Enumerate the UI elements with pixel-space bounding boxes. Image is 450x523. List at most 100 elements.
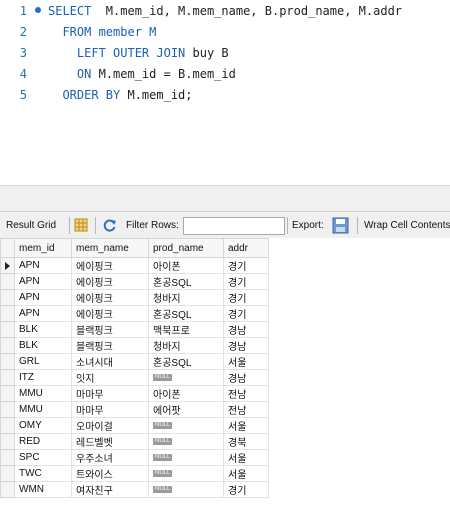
table-row[interactable]: APN 에이핑크 청바지 경기 — [0, 289, 269, 306]
table-cell[interactable]: NULL — [148, 433, 224, 450]
table-cell[interactable]: 경남 — [223, 337, 269, 354]
table-row[interactable]: GRL 소녀시대 혼공SQL 서울 — [0, 353, 269, 370]
table-cell[interactable]: 혼공SQL — [148, 353, 224, 370]
table-row[interactable]: BLK 블랙핑크 맥북프로 경남 — [0, 321, 269, 338]
editor-line[interactable]: 3 LEFT OUTER JOIN buy B — [0, 43, 450, 64]
table-cell[interactable]: 잇지 — [71, 369, 149, 386]
refresh-icon[interactable] — [102, 218, 117, 236]
table-cell[interactable]: WMN — [14, 481, 72, 498]
table-cell[interactable]: 레드벨벳 — [71, 433, 149, 450]
table-row[interactable]: MMU 마마무 에어팟 전남 — [0, 401, 269, 418]
table-cell[interactable]: APN — [14, 257, 72, 274]
table-cell[interactable]: GRL — [14, 353, 72, 370]
table-cell[interactable]: MMU — [14, 401, 72, 418]
table-cell[interactable]: 블랙핑크 — [71, 321, 149, 338]
table-row[interactable]: ITZ 잇지 NULL 경남 — [0, 369, 269, 386]
table-cell[interactable]: NULL — [148, 465, 224, 482]
wrap-cell-contents-label[interactable]: Wrap Cell Contents: — [364, 212, 450, 239]
table-cell[interactable]: 혼공SQL — [148, 305, 224, 322]
column-header-prod-name[interactable]: prod_name — [148, 238, 224, 258]
row-header[interactable] — [0, 289, 15, 306]
table-cell[interactable]: 경기 — [223, 481, 269, 498]
row-header[interactable] — [0, 481, 15, 498]
table-cell[interactable]: 경기 — [223, 273, 269, 290]
table-row[interactable]: APN 에이핑크 혼공SQL 경기 — [0, 273, 269, 290]
row-header[interactable] — [0, 273, 15, 290]
result-grid-tab[interactable]: Result Grid — [6, 212, 56, 239]
table-row[interactable]: BLK 블랙핑크 청바지 경남 — [0, 337, 269, 354]
table-cell[interactable]: 경기 — [223, 289, 269, 306]
table-cell[interactable]: 서울 — [223, 353, 269, 370]
table-row[interactable]: OMY 오마이걸 NULL 서울 — [0, 417, 269, 434]
table-cell[interactable]: 경기 — [223, 305, 269, 322]
table-cell[interactable]: 아이폰 — [148, 385, 224, 402]
table-cell[interactable]: 전남 — [223, 401, 269, 418]
row-header[interactable] — [0, 337, 15, 354]
table-row[interactable]: APN 에이핑크 혼공SQL 경기 — [0, 305, 269, 322]
table-row[interactable]: APN 에이핑크 아이폰 경기 — [0, 257, 269, 274]
table-cell[interactable]: 전남 — [223, 385, 269, 402]
editor-line[interactable]: 5 ORDER BY M.mem_id; — [0, 85, 450, 106]
row-header[interactable] — [0, 417, 15, 434]
table-cell[interactable]: 우주소녀 — [71, 449, 149, 466]
table-cell[interactable]: 마마무 — [71, 385, 149, 402]
table-cell[interactable]: APN — [14, 305, 72, 322]
table-cell[interactable]: NULL — [148, 481, 224, 498]
editor-line[interactable]: 1 SELECT M.mem_id, M.mem_name, B.prod_nam… — [0, 1, 450, 22]
table-cell[interactable]: APN — [14, 289, 72, 306]
table-cell[interactable]: BLK — [14, 337, 72, 354]
table-cell[interactable]: 서울 — [223, 417, 269, 434]
table-cell[interactable]: 트와이스 — [71, 465, 149, 482]
table-cell[interactable]: 경기 — [223, 257, 269, 274]
table-cell[interactable]: 서울 — [223, 449, 269, 466]
table-cell[interactable]: 마마무 — [71, 401, 149, 418]
table-cell[interactable]: 에이핑크 — [71, 257, 149, 274]
table-cell[interactable]: 아이폰 — [148, 257, 224, 274]
export-icon[interactable] — [332, 217, 349, 237]
table-row[interactable]: TWC 트와이스 NULL 서울 — [0, 465, 269, 482]
row-header[interactable] — [0, 401, 15, 418]
grid-view-icon[interactable] — [74, 218, 88, 235]
table-cell[interactable]: TWC — [14, 465, 72, 482]
table-row[interactable]: SPC 우주소녀 NULL 서울 — [0, 449, 269, 466]
table-cell[interactable]: 에어팟 — [148, 401, 224, 418]
row-header[interactable] — [0, 433, 15, 450]
editor-line[interactable]: 4 ON M.mem_id = B.mem_id — [0, 64, 450, 85]
row-header[interactable] — [0, 257, 15, 274]
panel-splitter[interactable] — [0, 185, 450, 212]
table-cell[interactable]: 경남 — [223, 369, 269, 386]
table-cell[interactable]: SPC — [14, 449, 72, 466]
row-header[interactable] — [0, 305, 15, 322]
table-cell[interactable]: MMU — [14, 385, 72, 402]
table-cell[interactable]: 에이핑크 — [71, 289, 149, 306]
row-header[interactable] — [0, 465, 15, 482]
row-header[interactable] — [0, 353, 15, 370]
row-header[interactable] — [0, 385, 15, 402]
table-cell[interactable]: NULL — [148, 369, 224, 386]
table-cell[interactable]: ITZ — [14, 369, 72, 386]
table-cell[interactable]: BLK — [14, 321, 72, 338]
table-cell[interactable]: 청바지 — [148, 289, 224, 306]
table-cell[interactable]: 오마이걸 — [71, 417, 149, 434]
table-cell[interactable]: 에이핑크 — [71, 305, 149, 322]
editor-line[interactable]: 2 FROM member M — [0, 22, 450, 43]
table-row[interactable]: RED 레드벨벳 NULL 경북 — [0, 433, 269, 450]
column-header-addr[interactable]: addr — [223, 238, 269, 258]
column-header-mem-name[interactable]: mem_name — [71, 238, 149, 258]
table-cell[interactable]: NULL — [148, 449, 224, 466]
table-cell[interactable]: APN — [14, 273, 72, 290]
table-cell[interactable]: 청바지 — [148, 337, 224, 354]
table-row[interactable]: WMN 여자친구 NULL 경기 — [0, 481, 269, 498]
sql-editor[interactable]: 1 SELECT M.mem_id, M.mem_name, B.prod_nam… — [0, 0, 450, 185]
table-cell[interactable]: 서울 — [223, 465, 269, 482]
table-cell[interactable]: 에이핑크 — [71, 273, 149, 290]
filter-rows-input[interactable] — [183, 217, 285, 235]
table-row[interactable]: MMU 마마무 아이폰 전남 — [0, 385, 269, 402]
table-cell[interactable]: 맥북프로 — [148, 321, 224, 338]
row-header[interactable] — [0, 321, 15, 338]
table-cell[interactable]: OMY — [14, 417, 72, 434]
table-cell[interactable]: 소녀시대 — [71, 353, 149, 370]
table-cell[interactable]: RED — [14, 433, 72, 450]
table-cell[interactable]: NULL — [148, 417, 224, 434]
table-cell[interactable]: 혼공SQL — [148, 273, 224, 290]
